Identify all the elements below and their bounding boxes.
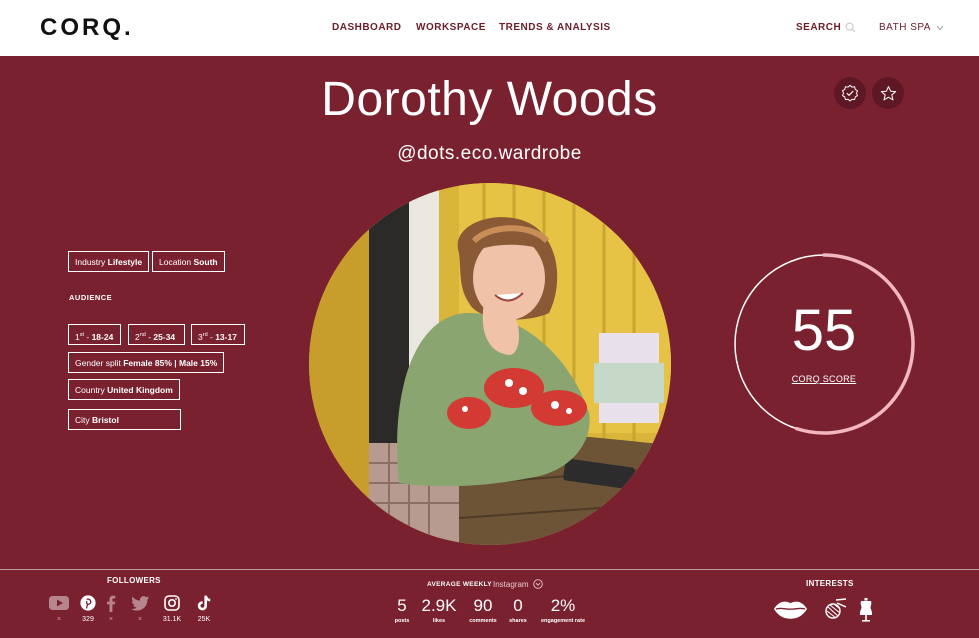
stat-shares: 0 shares: [506, 596, 530, 624]
age-range: 13-17: [215, 331, 237, 342]
city-tag: City Bristol: [68, 409, 181, 430]
stat-label: comments: [469, 618, 497, 624]
platform-selector[interactable]: Instagram: [493, 579, 543, 589]
profile-photo-illustration: [309, 183, 671, 545]
corq-score-value: 55: [791, 298, 857, 363]
corq-score-widget[interactable]: 55 CORQ SCORE: [733, 253, 915, 435]
instagram-count: 31.1K: [162, 616, 182, 623]
stat-label: engagement rate: [540, 618, 585, 624]
age-rank-suffix: nd: [139, 332, 146, 338]
interest-fashion[interactable]: [858, 598, 874, 626]
stat-posts: 5 posts: [392, 596, 412, 624]
stat-label: shares: [509, 618, 527, 624]
facebook-followers[interactable]: ×: [99, 594, 123, 623]
lips-icon: [773, 601, 808, 619]
search-label: SEARCH: [796, 22, 842, 33]
corq-score-link[interactable]: CORQ SCORE: [733, 374, 915, 384]
facebook-count: ×: [108, 616, 114, 623]
age-rank-2: 2nd - 25-34: [128, 324, 185, 345]
stat-engagement-rate: 2% engagement rate: [537, 596, 589, 624]
nav-trends-analysis[interactable]: TRENDS & ANALYSIS: [499, 22, 611, 33]
facebook-icon: [107, 595, 116, 612]
stat-label: posts: [394, 618, 410, 624]
stat-value: 0: [513, 596, 523, 615]
followers-heading: FOLLOWERS: [107, 576, 161, 585]
profile-name: Dorothy Woods: [321, 73, 658, 126]
chevron-down-circle-icon: [532, 579, 543, 589]
instagram-followers[interactable]: 31.1K: [160, 594, 184, 623]
youtube-icon: [49, 596, 69, 610]
twitter-count: ×: [137, 616, 143, 623]
city-label: City: [75, 415, 90, 425]
pinterest-count: 329: [82, 616, 94, 623]
age-range: 18-24: [91, 331, 114, 342]
profile-photo: [309, 183, 671, 545]
twitter-icon: [130, 595, 149, 611]
pinterest-followers[interactable]: 329: [76, 594, 100, 623]
location-label: Location: [159, 257, 192, 267]
tiktok-followers[interactable]: 25K: [192, 594, 216, 623]
dress-form-icon: [859, 598, 873, 622]
industry-tag: Industry Lifestyle: [68, 251, 150, 272]
age-rank-suffix: st: [79, 332, 85, 338]
industry-label: Industry: [75, 257, 106, 267]
corq-logo[interactable]: CORQ.: [40, 14, 134, 42]
city-value: Bristol: [92, 415, 119, 425]
footer-divider: [0, 569, 979, 570]
gender-value: Female 85% | Male 15%: [123, 358, 218, 368]
pinterest-icon: [80, 595, 96, 611]
verified-badge-icon: [841, 84, 859, 102]
favorite-button[interactable]: [872, 77, 904, 109]
age-rank-1: 1st - 18-24: [68, 324, 121, 345]
platform-selected: Instagram: [493, 579, 529, 589]
industry-value: Lifestyle: [107, 257, 143, 267]
account-name: BATH SPA: [879, 22, 931, 33]
country-label: Country: [75, 385, 105, 395]
stat-comments: 90 comments: [467, 596, 499, 624]
interests-heading: INTERESTS: [806, 579, 854, 588]
stat-value: 2%: [550, 596, 576, 615]
search-button[interactable]: SEARCH: [796, 22, 856, 33]
age-range: 25-34: [153, 331, 176, 342]
instagram-icon: [164, 595, 180, 611]
search-icon: [845, 22, 856, 33]
twitter-followers[interactable]: ×: [128, 594, 152, 623]
star-icon: [880, 85, 896, 100]
interest-beauty[interactable]: [773, 598, 808, 624]
verified-button[interactable]: [834, 77, 866, 109]
gender-label: Gender split: [75, 358, 121, 368]
location-tag: Location South: [152, 251, 225, 272]
audience-heading: AUDIENCE: [69, 293, 113, 302]
average-weekly-heading: AVERAGE WEEKLY: [427, 581, 492, 588]
account-menu[interactable]: BATH SPA: [879, 22, 944, 33]
stat-value: 90: [473, 596, 493, 615]
nav-workspace[interactable]: WORKSPACE: [416, 22, 486, 33]
country-value: United Kingdom: [107, 385, 173, 395]
interest-knitting[interactable]: [823, 598, 847, 624]
tiktok-count: 25K: [197, 616, 211, 623]
stat-label: likes: [432, 618, 446, 624]
profile-handle[interactable]: @dots.eco.wardrobe: [0, 143, 979, 165]
gender-split-tag: Gender split Female 85% | Male 15%: [68, 352, 225, 373]
top-navigation-bar: CORQ. DASHBOARD WORKSPACE TRENDS & ANALY…: [0, 0, 979, 56]
location-value: South: [193, 257, 218, 267]
stat-value: 2.9K: [421, 596, 457, 615]
youtube-followers[interactable]: ×: [47, 594, 71, 623]
youtube-count: ×: [56, 616, 62, 623]
chevron-down-icon: [936, 25, 944, 30]
country-tag: Country United Kingdom: [68, 379, 180, 400]
age-rank-suffix: rd: [202, 332, 208, 338]
nav-dashboard[interactable]: DASHBOARD: [332, 22, 402, 33]
stat-value: 5: [397, 596, 407, 615]
stat-likes: 2.9K likes: [419, 596, 459, 624]
knitting-icon: [825, 598, 847, 619]
age-rank-3: 3rd - 13-17: [191, 324, 245, 345]
tiktok-icon: [197, 595, 211, 611]
